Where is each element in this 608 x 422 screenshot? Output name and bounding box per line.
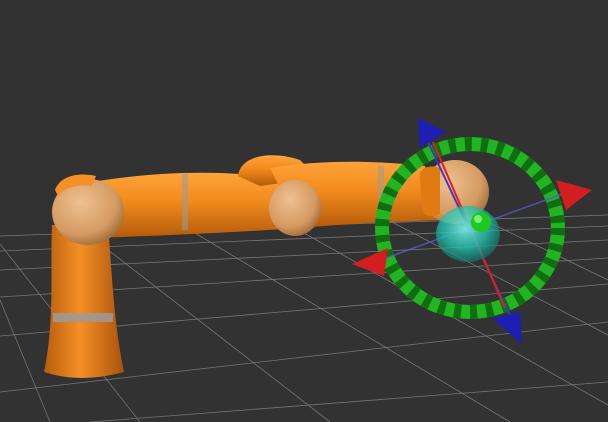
scene-canvas[interactable] [0, 0, 608, 422]
center-sphere-icon[interactable] [436, 206, 500, 262]
y-axis-arrow-icon[interactable] [492, 312, 522, 344]
interactive-marker-gizmo[interactable] [352, 118, 592, 344]
3d-viewport[interactable] [0, 0, 608, 422]
robot-base-band [53, 313, 113, 322]
center-marker-icon[interactable] [471, 212, 491, 232]
robot-arm[interactable] [44, 155, 489, 378]
robot-upper-arm-band [182, 174, 188, 230]
robot-elbow-joint[interactable] [269, 180, 321, 236]
center-marker-highlight [474, 215, 482, 223]
robot-base-link[interactable] [44, 225, 124, 378]
robot-wrist-housing [419, 166, 440, 217]
